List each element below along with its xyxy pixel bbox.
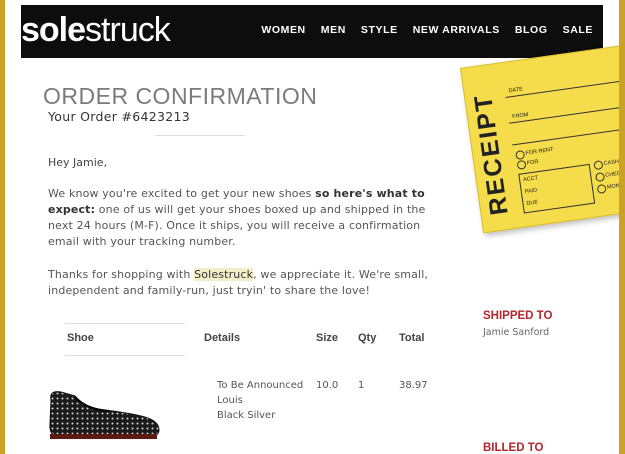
for-rent-checkbox bbox=[515, 149, 526, 161]
product-qty: 1 bbox=[358, 380, 365, 391]
main-nav: WOMEN MEN STYLE NEW ARRIVALS BLOG SALE bbox=[246, 24, 593, 36]
email-card: solestruck WOMEN MEN STYLE NEW ARRIVALS … bbox=[5, 0, 619, 454]
receipt-check-label: CHECK bbox=[605, 170, 619, 179]
nav-new-arrivals[interactable]: NEW ARRIVALS bbox=[413, 24, 500, 36]
product-size: 10.0 bbox=[316, 380, 339, 391]
check-checkbox bbox=[594, 171, 606, 183]
receipt-date-label: DATE bbox=[508, 86, 524, 95]
order-number: Your Order #6423213 bbox=[48, 109, 190, 124]
col-total: Total bbox=[399, 332, 425, 344]
col-size: Size bbox=[316, 332, 339, 344]
product-total: 38.97 bbox=[399, 380, 428, 391]
money-order-checkbox bbox=[596, 183, 607, 195]
logo-light: struck bbox=[85, 11, 171, 49]
shipped-to-name: Jamie Sanford bbox=[483, 327, 550, 338]
nav-style[interactable]: STYLE bbox=[361, 24, 398, 36]
greeting: Hey Jamie, bbox=[48, 156, 108, 169]
p2-text-a: Thanks for shopping with bbox=[48, 268, 195, 281]
nav-blog[interactable]: BLOG bbox=[515, 24, 548, 36]
logo-bold: sole bbox=[21, 11, 86, 49]
shoe-image[interactable] bbox=[45, 386, 163, 442]
receipt-money-order-label: MONEY ORDER bbox=[606, 179, 619, 191]
receipt-from-label: FROM bbox=[511, 111, 529, 121]
col-qty: Qty bbox=[358, 332, 377, 344]
receipt-for-rent-label: FOR RENT bbox=[525, 146, 554, 157]
divider bbox=[155, 135, 245, 136]
nav-sale[interactable]: SALE bbox=[563, 24, 593, 36]
col-details: Details bbox=[204, 332, 241, 344]
solestruck-logo[interactable]: solestruck bbox=[21, 10, 171, 50]
receipt-line bbox=[512, 126, 619, 146]
col-shoe: Shoe bbox=[67, 332, 94, 344]
expectation-paragraph: We know you're excited to get your new s… bbox=[48, 186, 443, 250]
nav-men[interactable]: MEN bbox=[321, 24, 346, 36]
divider bbox=[65, 355, 185, 356]
for-checkbox bbox=[516, 159, 527, 170]
page-title: ORDER CONFIRMATION bbox=[43, 83, 318, 109]
receipt-word: RECEIPT bbox=[468, 91, 514, 217]
receipt-cash-label: CASH bbox=[603, 158, 619, 167]
billed-to-heading: BILLED TO bbox=[483, 442, 544, 454]
p1-text-c: one of us will get your shoes boxed up a… bbox=[48, 203, 426, 248]
receipt-illustration: RECEIPT DATE FROM FOR RENT FOR ACCT PAID… bbox=[460, 44, 619, 234]
top-navigation-bar: solestruck WOMEN MEN STYLE NEW ARRIVALS … bbox=[21, 5, 603, 58]
nav-women[interactable]: WOMEN bbox=[261, 24, 305, 36]
product-color: Black Silver bbox=[217, 410, 276, 421]
shipped-to-heading: SHIPPED TO bbox=[483, 310, 553, 322]
receipt-for-label: FOR bbox=[526, 159, 539, 167]
thanks-paragraph: Thanks for shopping with Solestruck, we … bbox=[48, 267, 443, 299]
p1-text-a: We know you're excited to get your new s… bbox=[48, 187, 316, 200]
product-model: Louis bbox=[217, 395, 243, 406]
product-name[interactable]: To Be Announced bbox=[217, 378, 303, 393]
divider bbox=[65, 323, 185, 324]
solestruck-highlight: Solestruck bbox=[194, 268, 254, 281]
cash-checkbox bbox=[593, 160, 604, 171]
